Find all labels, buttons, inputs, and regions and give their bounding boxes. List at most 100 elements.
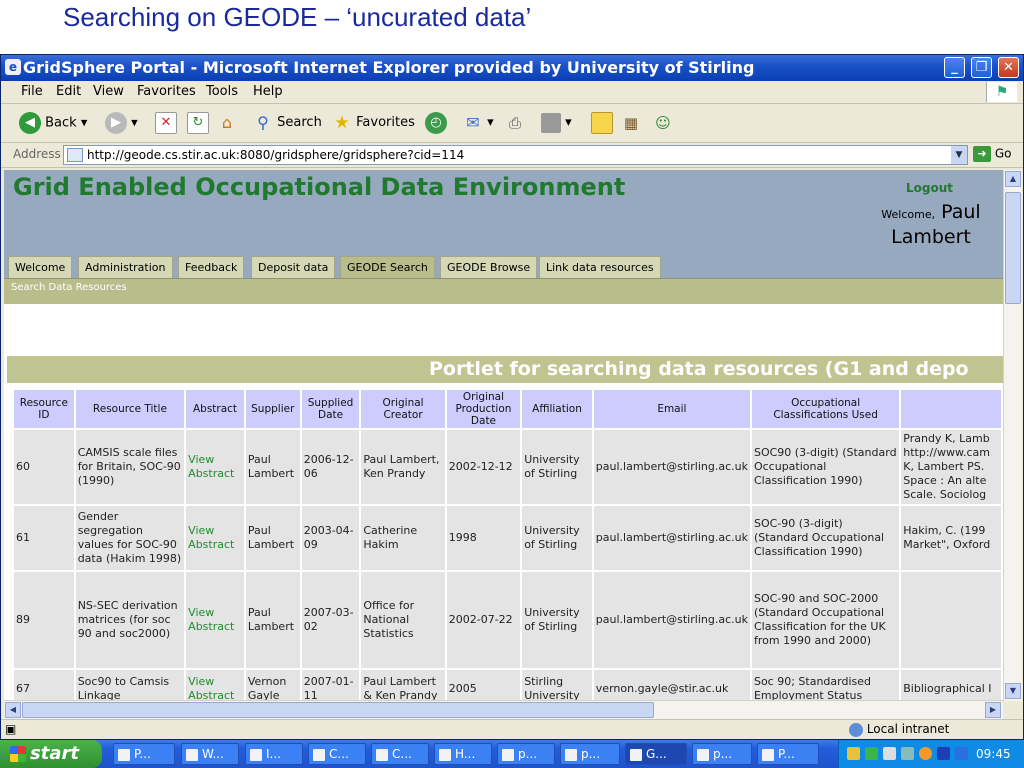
maximize-button[interactable]: ❐ (971, 57, 992, 78)
print-button[interactable]: ⎙ (505, 112, 525, 134)
home-button[interactable]: ⌂ (217, 112, 237, 134)
scroll-right-icon[interactable]: ▶ (985, 702, 1001, 718)
discuss-button[interactable] (591, 112, 613, 134)
cell-production-date: 1998 (446, 506, 521, 570)
tray-icon[interactable] (847, 747, 860, 760)
address-input[interactable]: http://geode.cs.stir.ac.uk:8080/gridsphe… (63, 145, 968, 165)
header-resource-id[interactable]: Resource ID (14, 390, 74, 428)
taskbar-button[interactable]: C... (371, 743, 429, 765)
tab-administration[interactable]: Administration (78, 256, 173, 278)
cell-original-creator: Catherine Hakim (361, 506, 445, 570)
tab-welcome[interactable]: Welcome (8, 256, 73, 278)
forward-button[interactable]: ▶ ▾ (105, 112, 138, 134)
horizontal-scrollbar[interactable]: ◀ ▶ (4, 700, 1003, 719)
app-icon (439, 748, 451, 761)
address-dropdown-icon[interactable]: ▼ (951, 146, 967, 164)
header-classifications[interactable]: Occupational Classifications Used (751, 390, 900, 428)
taskbar-button[interactable]: P... (113, 743, 175, 765)
tray-icon[interactable] (919, 747, 932, 760)
taskbar-button[interactable]: H... (434, 743, 492, 765)
cell-supplied-date: 2007-03-02 (301, 572, 360, 668)
cell-supplied-date: 2007-01-11 (301, 670, 360, 701)
header-resource-title[interactable]: Resource Title (75, 390, 185, 428)
security-zone: Local intranet (849, 722, 949, 737)
tray-icon[interactable] (955, 747, 968, 760)
results-table-container: Resource ID Resource Title Abstract Supp… (12, 388, 1003, 701)
header-extra[interactable] (901, 390, 1001, 428)
portal-title: Grid Enabled Occupational Data Environme… (13, 173, 626, 201)
menu-tools[interactable]: Tools (206, 84, 238, 99)
menu-bar: File Edit View Favorites Tools Help ⚑ (1, 81, 1023, 104)
scroll-down-icon[interactable]: ▼ (1005, 683, 1021, 699)
start-button[interactable]: start (0, 740, 102, 768)
taskbar-button[interactable]: W... (181, 743, 239, 765)
mail-button[interactable]: ✉ ▾ (463, 112, 493, 134)
taskbar-button[interactable]: p... (560, 743, 620, 765)
scroll-left-icon[interactable]: ◀ (5, 702, 21, 718)
tab-geode-search[interactable]: GEODE Search (340, 256, 435, 278)
tab-geode-browse[interactable]: GEODE Browse (440, 256, 538, 278)
view-abstract-link[interactable]: View Abstract (186, 430, 244, 504)
menu-edit[interactable]: Edit (56, 84, 81, 99)
tray-icon[interactable] (865, 747, 878, 760)
header-supplied-date[interactable]: Supplied Date (301, 390, 360, 428)
minimize-button[interactable]: _ (944, 57, 965, 78)
header-supplier[interactable]: Supplier (245, 390, 300, 428)
stop-button[interactable]: ✕ (155, 112, 177, 134)
view-abstract-link[interactable]: View Abstract (186, 572, 244, 668)
header-affiliation[interactable]: Affiliation (522, 390, 592, 428)
taskbar-button[interactable]: C... (308, 743, 366, 765)
history-button[interactable]: ◴ (425, 112, 447, 134)
taskbar-button[interactable]: G... (625, 743, 687, 765)
taskbar-button[interactable]: p... (692, 743, 752, 765)
taskbar-label: C... (329, 747, 349, 761)
go-button[interactable]: ➜ Go (973, 146, 1011, 162)
taskbar-label: P... (778, 747, 795, 761)
scroll-up-icon[interactable]: ▲ (1005, 171, 1021, 187)
view-abstract-link[interactable]: View Abstract (186, 670, 244, 701)
vertical-scroll-thumb[interactable] (1005, 192, 1021, 304)
go-label: Go (994, 146, 1012, 161)
favorites-button[interactable]: ★ Favorites (332, 112, 415, 134)
tab-deposit-data[interactable]: Deposit data (251, 256, 336, 278)
menu-favorites[interactable]: Favorites (137, 84, 196, 99)
header-abstract[interactable]: Abstract (186, 390, 244, 428)
tray-icon[interactable] (901, 747, 914, 760)
forward-arrow-icon: ▶ (105, 112, 127, 134)
refresh-button[interactable]: ↻ (187, 112, 209, 134)
header-email[interactable]: Email (593, 390, 750, 428)
taskbar-label: W... (202, 747, 224, 761)
messenger-button[interactable]: ☺ (653, 112, 673, 134)
menu-file[interactable]: File (21, 84, 43, 99)
taskbar-label: p... (713, 747, 733, 761)
header-production-date[interactable]: Original Production Date (446, 390, 521, 428)
vertical-scrollbar[interactable]: ▲ ▼ (1003, 170, 1022, 701)
research-icon: ▦ (623, 113, 639, 132)
title-bar[interactable]: e GridSphere Portal - Microsoft Internet… (1, 55, 1023, 81)
tab-feedback[interactable]: Feedback (178, 256, 245, 278)
back-button[interactable]: ◀ Back ▾ (19, 112, 87, 134)
taskbar-label: P... (134, 747, 151, 761)
taskbar-button[interactable]: P... (757, 743, 819, 765)
tray-icon[interactable] (883, 747, 896, 760)
taskbar-button[interactable]: I... (245, 743, 303, 765)
menu-view[interactable]: View (93, 84, 124, 99)
logout-link[interactable]: Logout (906, 181, 953, 195)
app-icon (186, 748, 198, 761)
cell-supplier: Paul Lambert (245, 572, 300, 668)
subtab-search-data-resources[interactable]: Search Data Resources (11, 282, 127, 293)
search-button[interactable]: ⚲ Search (253, 112, 322, 134)
app-icon (250, 748, 262, 761)
horizontal-scroll-thumb[interactable] (22, 702, 654, 718)
research-button[interactable]: ▦ (621, 112, 641, 134)
tab-link-data-resources[interactable]: Link data resources (539, 256, 661, 278)
edit-button[interactable]: ▾ (541, 112, 572, 134)
cell-extra: Bibliographical I (901, 670, 1001, 701)
taskbar-button[interactable]: p... (497, 743, 555, 765)
menu-help[interactable]: Help (253, 84, 283, 99)
view-abstract-link[interactable]: View Abstract (186, 506, 244, 570)
close-button[interactable]: ✕ (998, 57, 1019, 78)
header-original-creator[interactable]: Original Creator (361, 390, 445, 428)
stop-icon: ✕ (155, 112, 177, 134)
tray-icon[interactable] (937, 747, 950, 760)
